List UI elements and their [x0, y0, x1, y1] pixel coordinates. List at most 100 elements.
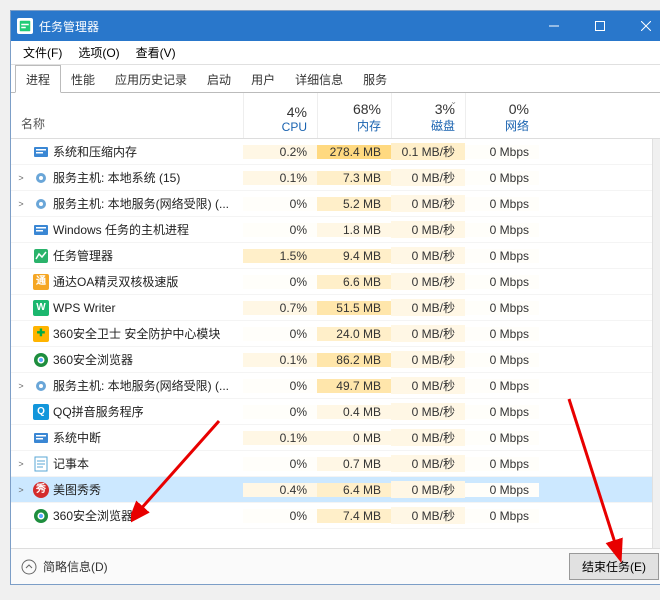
process-table-container: 名称 4% CPU 68% 内存 ⌄ 3% 磁盘 0% 网络	[11, 93, 660, 548]
disk-value: 0 MB/秒	[391, 429, 465, 446]
memory-value: 86.2 MB	[317, 353, 391, 367]
process-name: 通达OA精灵双核极速版	[51, 273, 243, 290]
expand-toggle[interactable]: >	[11, 381, 31, 391]
memory-value: 7.3 MB	[317, 171, 391, 185]
memory-value: 7.4 MB	[317, 509, 391, 523]
network-value: 0 Mbps	[465, 223, 539, 237]
window-title: 任务管理器	[39, 18, 531, 35]
cpu-value: 0%	[243, 405, 317, 419]
col-disk[interactable]: ⌄ 3% 磁盘	[391, 93, 465, 138]
col-name[interactable]: 名称	[11, 93, 243, 138]
cpu-value: 1.5%	[243, 249, 317, 263]
process-icon	[31, 456, 51, 472]
process-row[interactable]: Windows 任务的主机进程0%1.8 MB0 MB/秒0 Mbps	[11, 217, 660, 243]
process-row[interactable]: QQQ拼音服务程序0%0.4 MB0 MB/秒0 Mbps	[11, 399, 660, 425]
maximize-button[interactable]	[577, 11, 623, 41]
tab-4[interactable]: 用户	[241, 66, 285, 92]
expand-toggle[interactable]: >	[11, 173, 31, 183]
process-row[interactable]: 任务管理器1.5%9.4 MB0 MB/秒0 Mbps	[11, 243, 660, 269]
disk-value: 0 MB/秒	[391, 169, 465, 186]
process-row[interactable]: WWPS Writer0.7%51.5 MB0 MB/秒0 Mbps	[11, 295, 660, 321]
network-value: 0 Mbps	[465, 483, 539, 497]
disk-value: 0 MB/秒	[391, 455, 465, 472]
fewer-details-button[interactable]: 简略信息(D)	[21, 558, 108, 575]
memory-value: 9.4 MB	[317, 249, 391, 263]
disk-value: 0.1 MB/秒	[391, 143, 465, 160]
expand-toggle[interactable]: >	[11, 199, 31, 209]
close-button[interactable]	[623, 11, 660, 41]
memory-value: 1.8 MB	[317, 223, 391, 237]
menu-options[interactable]: 选项(O)	[70, 41, 127, 64]
network-value: 0 Mbps	[465, 509, 539, 523]
tab-3[interactable]: 启动	[197, 66, 241, 92]
disk-value: 0 MB/秒	[391, 507, 465, 524]
tab-6[interactable]: 服务	[353, 66, 397, 92]
process-icon	[31, 430, 51, 446]
process-row[interactable]: >服务主机: 本地系统 (15)0.1%7.3 MB0 MB/秒0 Mbps	[11, 165, 660, 191]
cpu-value: 0%	[243, 223, 317, 237]
menu-file[interactable]: 文件(F)	[15, 41, 70, 64]
cpu-value: 0.4%	[243, 483, 317, 497]
process-table[interactable]: 名称 4% CPU 68% 内存 ⌄ 3% 磁盘 0% 网络	[11, 93, 660, 548]
disk-value: 0 MB/秒	[391, 325, 465, 342]
network-value: 0 Mbps	[465, 353, 539, 367]
process-name: 360安全卫士 安全防护中心模块	[51, 325, 243, 342]
network-value: 0 Mbps	[465, 301, 539, 315]
cpu-value: 0.7%	[243, 301, 317, 315]
tab-2[interactable]: 应用历史记录	[105, 66, 197, 92]
disk-value: 0 MB/秒	[391, 247, 465, 264]
process-row[interactable]: ✚360安全卫士 安全防护中心模块0%24.0 MB0 MB/秒0 Mbps	[11, 321, 660, 347]
process-row[interactable]: >服务主机: 本地服务(网络受限) (...0%49.7 MB0 MB/秒0 M…	[11, 373, 660, 399]
network-value: 0 Mbps	[465, 405, 539, 419]
end-task-button[interactable]: 结束任务(E)	[569, 553, 659, 580]
disk-value: 0 MB/秒	[391, 377, 465, 394]
process-icon	[31, 248, 51, 264]
process-row[interactable]: 系统中断0.1%0 MB0 MB/秒0 Mbps	[11, 425, 660, 451]
chevron-up-circle-icon	[21, 559, 37, 575]
menubar: 文件(F) 选项(O) 查看(V)	[11, 41, 660, 65]
vertical-scrollbar[interactable]	[652, 139, 660, 548]
network-value: 0 Mbps	[465, 431, 539, 445]
cpu-value: 0.1%	[243, 353, 317, 367]
process-row[interactable]: 系统和压缩内存0.2%278.4 MB0.1 MB/秒0 Mbps	[11, 139, 660, 165]
cpu-value: 0%	[243, 509, 317, 523]
cpu-value: 0%	[243, 275, 317, 289]
titlebar[interactable]: 任务管理器	[11, 11, 660, 41]
minimize-button[interactable]	[531, 11, 577, 41]
network-value: 0 Mbps	[465, 275, 539, 289]
process-icon: ✚	[31, 326, 51, 342]
cpu-value: 0%	[243, 457, 317, 471]
col-memory[interactable]: 68% 内存	[317, 93, 391, 138]
process-icon	[31, 352, 51, 368]
memory-value: 0 MB	[317, 431, 391, 445]
network-value: 0 Mbps	[465, 145, 539, 159]
process-name: 系统中断	[51, 429, 243, 446]
expand-toggle[interactable]: >	[11, 459, 31, 469]
disk-value: 0 MB/秒	[391, 403, 465, 420]
process-name: QQ拼音服务程序	[51, 403, 243, 420]
menu-view[interactable]: 查看(V)	[128, 41, 184, 64]
process-row[interactable]: 360安全浏览器0%7.4 MB0 MB/秒0 Mbps	[11, 503, 660, 529]
process-row[interactable]: >服务主机: 本地服务(网络受限) (...0%5.2 MB0 MB/秒0 Mb…	[11, 191, 660, 217]
expand-toggle[interactable]: >	[11, 485, 31, 495]
process-name: 美图秀秀	[51, 481, 243, 498]
process-row[interactable]: >秀美图秀秀0.4%6.4 MB0 MB/秒0 Mbps	[11, 477, 660, 503]
process-name: 360安全浏览器	[51, 507, 243, 524]
memory-value: 5.2 MB	[317, 197, 391, 211]
tab-0[interactable]: 进程	[15, 65, 61, 93]
disk-value: 0 MB/秒	[391, 221, 465, 238]
process-row[interactable]: 通通达OA精灵双核极速版0%6.6 MB0 MB/秒0 Mbps	[11, 269, 660, 295]
col-network[interactable]: 0% 网络	[465, 93, 539, 138]
cpu-value: 0.2%	[243, 145, 317, 159]
process-row[interactable]: 360安全浏览器0.1%86.2 MB0 MB/秒0 Mbps	[11, 347, 660, 373]
process-name: 服务主机: 本地服务(网络受限) (...	[51, 377, 243, 394]
col-cpu[interactable]: 4% CPU	[243, 93, 317, 138]
memory-value: 49.7 MB	[317, 379, 391, 393]
process-icon: W	[31, 300, 51, 316]
tab-1[interactable]: 性能	[61, 66, 105, 92]
disk-value: 0 MB/秒	[391, 299, 465, 316]
process-row[interactable]: >记事本0%0.7 MB0 MB/秒0 Mbps	[11, 451, 660, 477]
cpu-value: 0%	[243, 379, 317, 393]
tab-5[interactable]: 详细信息	[285, 66, 353, 92]
window-controls	[531, 11, 660, 41]
